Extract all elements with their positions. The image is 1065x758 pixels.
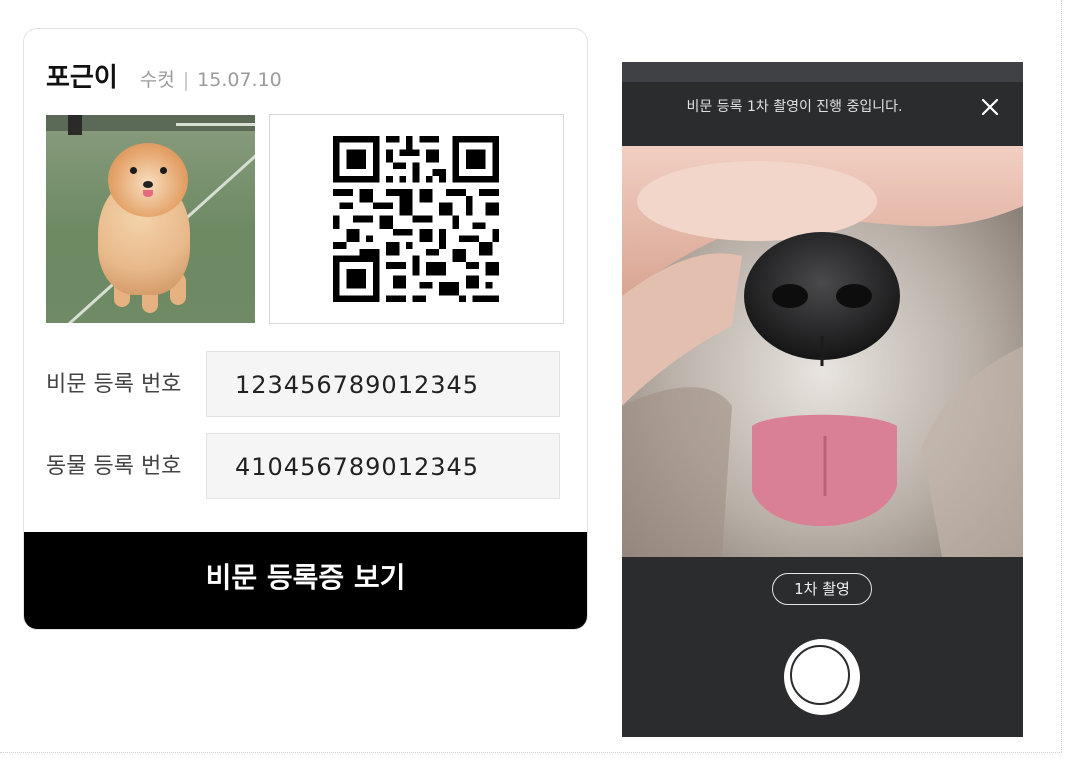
- card-header: 포근이 수컷 | 15.07.10: [46, 57, 282, 97]
- shutter-inner-ring: [790, 645, 850, 705]
- qr-code: [269, 114, 564, 324]
- capture-status-bar: 비문 등록 1차 촬영이 진행 중입니다.: [622, 82, 1023, 146]
- pet-photo: [46, 115, 255, 323]
- camera-screen: 비문 등록 1차 촬영이 진행 중입니다. 1차 촬영: [622, 62, 1023, 737]
- nose-print-number-label: 비문 등록 번호: [46, 372, 182, 397]
- pet-gender: 수컷: [139, 69, 175, 91]
- phone-top-bar: [622, 62, 1023, 82]
- shutter-button[interactable]: [784, 639, 860, 715]
- pet-birth-date: 15.07.10: [197, 69, 282, 91]
- pet-name: 포근이: [46, 63, 118, 93]
- animal-registration-number-value: 410456789012345: [206, 433, 560, 499]
- close-icon[interactable]: [978, 95, 1002, 119]
- nose-print-number-value: 123456789012345: [206, 351, 560, 417]
- pet-meta: 수컷 | 15.07.10: [140, 65, 282, 92]
- capture-step-badge: 1차 촬영: [772, 573, 872, 605]
- right-divider: [1061, 0, 1062, 752]
- capture-status-text: 비문 등록 1차 촬영이 진행 중입니다.: [686, 99, 903, 115]
- camera-viewfinder: [622, 146, 1023, 557]
- nose-print-number-row: 비문 등록 번호 123456789012345: [46, 351, 564, 419]
- view-certificate-button[interactable]: 비문 등록증 보기: [24, 532, 587, 629]
- bottom-divider: [0, 752, 1062, 753]
- meta-separator: |: [182, 69, 190, 91]
- pet-registration-card: 포근이 수컷 | 15.07.10 비문 등록 번호 1234567890123…: [23, 28, 588, 630]
- animal-registration-number-label: 동물 등록 번호: [46, 454, 182, 479]
- dog-nose-preview-image: [622, 146, 1023, 557]
- qr-code-icon: [333, 136, 499, 302]
- animal-registration-number-row: 동물 등록 번호 410456789012345: [46, 433, 564, 501]
